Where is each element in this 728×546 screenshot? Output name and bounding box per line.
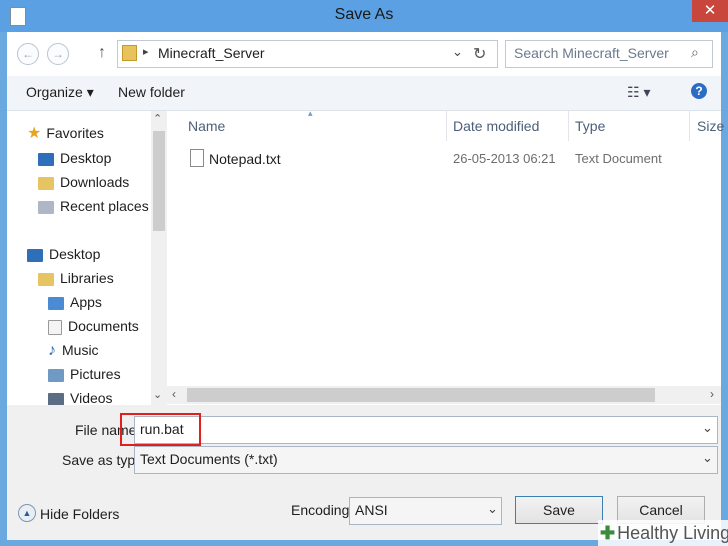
forward-button[interactable]: →	[47, 43, 69, 65]
highlight-box	[120, 413, 201, 446]
nav-label: Downloads	[60, 174, 130, 190]
organize-button[interactable]: Organize ▾	[26, 84, 94, 101]
desktop-icon	[38, 152, 54, 166]
encoding-value: ANSI	[355, 502, 388, 518]
scroll-left-icon[interactable]: ‹	[172, 387, 176, 401]
search-input[interactable]: Search Minecraft_Server	[514, 45, 669, 61]
encoding-label: Encoding:	[291, 502, 354, 518]
close-button[interactable]: ✕	[692, 0, 728, 22]
nav-library-music[interactable]: ♪ Music	[48, 339, 99, 361]
scroll-up-icon[interactable]: ⌃	[153, 112, 162, 125]
nav-favorite-downloads[interactable]: Downloads	[38, 171, 129, 193]
hide-folders-button[interactable]: Hide Folders	[40, 506, 119, 522]
nav-label: Apps	[70, 294, 102, 310]
libraries-icon	[38, 272, 54, 286]
encoding-dropdown-icon[interactable]: ⌄	[487, 501, 498, 517]
file-type-cell: Text Document	[575, 151, 662, 166]
nav-label: Recent places	[60, 198, 149, 214]
nav-library-documents[interactable]: Documents	[48, 315, 139, 337]
nav-label: Favorites	[46, 125, 104, 141]
save-as-type-dropdown-icon[interactable]: ⌄	[702, 450, 713, 466]
file-name-field[interactable]	[134, 416, 718, 444]
scroll-right-icon[interactable]: ›	[710, 387, 714, 401]
nav-label: Videos	[70, 390, 113, 406]
up-button[interactable]: ↑	[98, 44, 106, 62]
column-divider[interactable]	[446, 111, 447, 141]
nav-favorite-desktop[interactable]: Desktop	[38, 147, 111, 169]
back-button[interactable]: ←	[17, 43, 39, 65]
column-date-modified[interactable]: Date modified	[453, 118, 539, 134]
videos-icon	[48, 392, 64, 406]
hscrollbar-thumb[interactable]	[187, 388, 655, 402]
star-icon: ★	[27, 125, 42, 142]
text-file-icon	[190, 149, 204, 167]
refresh-button[interactable]: ↻	[473, 44, 486, 64]
watermark-text: Healthy Living	[617, 523, 728, 543]
view-options-button[interactable]: ☷ ▾	[627, 84, 650, 101]
help-icon[interactable]: ?	[691, 83, 707, 99]
column-name[interactable]: Name	[188, 118, 225, 134]
nav-label: Music	[62, 342, 99, 358]
command-bar	[7, 76, 721, 111]
nav-library-pictures[interactable]: Pictures	[48, 363, 121, 385]
new-folder-button[interactable]: New folder	[118, 84, 185, 100]
sort-indicator-icon: ▴	[308, 108, 313, 118]
watermark: ✚ Healthy Living	[598, 520, 728, 546]
column-size[interactable]: Size	[697, 118, 724, 134]
music-icon: ♪	[48, 342, 56, 359]
breadcrumb-separator: ▸	[143, 46, 149, 58]
nav-label: Desktop	[49, 246, 101, 262]
file-modified-cell: 26-05-2013 06:21	[453, 151, 556, 166]
recent-places-icon	[38, 200, 54, 214]
documents-icon	[48, 319, 62, 335]
nav-favorite-recent[interactable]: Recent places	[38, 195, 149, 217]
pictures-icon	[48, 368, 64, 382]
save-as-type-value: Text Documents (*.txt)	[140, 451, 278, 467]
column-divider[interactable]	[568, 111, 569, 141]
nav-libraries[interactable]: Libraries	[38, 267, 114, 289]
file-name-dropdown-icon[interactable]: ⌄	[702, 420, 713, 436]
search-icon: ⌕	[691, 44, 699, 60]
scroll-down-icon[interactable]: ⌄	[153, 388, 162, 401]
chevron-up-icon[interactable]: ▲	[18, 504, 36, 522]
nav-label: Libraries	[60, 270, 114, 286]
file-name-cell: Notepad.txt	[209, 151, 281, 167]
save-button[interactable]: Save	[515, 496, 603, 524]
nav-label: Documents	[68, 318, 139, 334]
folder-icon	[122, 45, 137, 61]
desktop-icon	[27, 248, 43, 262]
window-title: Save As	[334, 6, 394, 23]
downloads-icon	[38, 176, 54, 190]
nav-desktop[interactable]: Desktop	[27, 243, 100, 265]
address-dropdown-icon[interactable]: ⌄	[452, 44, 463, 60]
nav-library-apps[interactable]: Apps	[48, 291, 102, 313]
nav-label: Pictures	[70, 366, 121, 382]
nav-scrollbar-thumb[interactable]	[153, 131, 165, 231]
apps-icon	[48, 296, 64, 310]
column-type[interactable]: Type	[575, 118, 605, 134]
nav-favorites[interactable]: ★ Favorites	[27, 122, 104, 144]
column-divider[interactable]	[689, 111, 690, 141]
breadcrumb-folder[interactable]: Minecraft_Server	[158, 45, 265, 61]
plus-logo-icon: ✚	[600, 523, 616, 543]
nav-label: Desktop	[60, 150, 112, 166]
